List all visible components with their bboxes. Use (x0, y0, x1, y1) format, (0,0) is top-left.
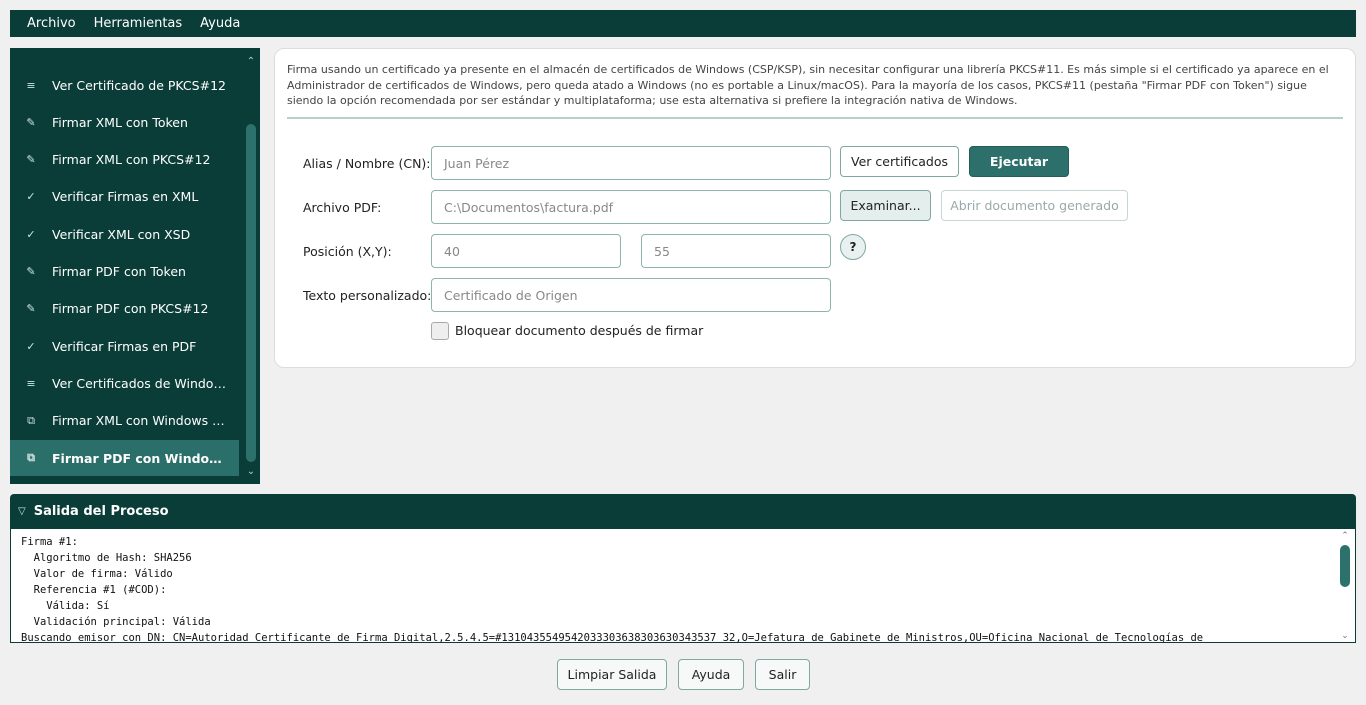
sidebar-item-label: Firmar XML con Windows CS... (52, 413, 227, 429)
sidebar-item-label: Ver Certificados de Windows (52, 375, 227, 391)
bloquear-checkbox[interactable] (431, 322, 449, 340)
abrir-documento-button[interactable]: Abrir documento generado (941, 190, 1128, 221)
output-line: Firma #1: (21, 536, 78, 548)
output-line: Validación principal: Válida (21, 616, 211, 628)
menu-bar: Archivo Herramientas Ayuda (10, 10, 1356, 37)
output-console[interactable]: Firma #1: Algoritmo de Hash: SHA256 Valo… (10, 528, 1356, 643)
texto-input[interactable]: Certificado de Origen (431, 278, 831, 312)
sidebar-item-icon: ⧉ (27, 451, 35, 464)
output-text: Firma #1: Algoritmo de Hash: SHA256 Valo… (21, 534, 1333, 643)
output-line: Valor de firma: Válido (21, 568, 173, 580)
menu-herramientas[interactable]: Herramientas (85, 10, 192, 37)
sidebar-item[interactable]: ≡ Ver Certificado de PKCS#12 (10, 67, 239, 103)
sidebar-item-label: Verificar Firmas en PDF (52, 338, 197, 354)
sidebar-item-label: Ver Certificado de PKCS#12 (52, 77, 226, 93)
output-scroll-thumb[interactable] (1340, 545, 1350, 587)
sidebar-item-icon: ⧉ (27, 413, 35, 427)
output-header[interactable]: ▽ Salida del Proceso (10, 494, 1356, 528)
sidebar-item-icon: ✎ (26, 302, 36, 316)
posicion-label: Posición (X,Y): (303, 244, 392, 259)
bloquear-label: Bloquear documento después de firmar (455, 323, 704, 338)
texto-label: Texto personalizado: (303, 288, 432, 303)
archivo-pdf-label: Archivo PDF: (303, 200, 382, 215)
sidebar: ≡ Ver Certificado de PKCS#12 ✎ Firmar XML c… (10, 48, 260, 484)
sidebar-item[interactable]: ✎ Firmar PDF con PKCS#12 (10, 291, 239, 327)
ayuda-button[interactable]: Ayuda (678, 659, 744, 690)
scroll-down-icon[interactable]: ⌄ (244, 466, 258, 478)
limpiar-salida-button[interactable]: Limpiar Salida (557, 659, 667, 690)
examinar-button[interactable]: Examinar... (840, 190, 931, 221)
sidebar-scroll-thumb[interactable] (246, 124, 256, 462)
sidebar-item[interactable]: ✎ Firmar PDF con Token (10, 254, 239, 290)
sidebar-item-label: Firmar PDF con PKCS#12 (52, 301, 209, 317)
help-icon[interactable]: ? (840, 234, 866, 260)
scroll-up-icon[interactable]: ⌃ (244, 56, 258, 68)
alias-input[interactable]: Juan Pérez (431, 146, 831, 180)
menu-archivo[interactable]: Archivo (18, 10, 85, 37)
sidebar-item-icon: ✎ (26, 153, 36, 167)
pos-y-input[interactable]: 55 (641, 234, 831, 268)
output-line: Válida: Sí (21, 600, 110, 612)
output-scrollbar[interactable]: ⌃ ⌄ (1339, 531, 1351, 641)
sidebar-item[interactable]: ✓ Verificar Firmas en XML (10, 179, 239, 215)
archivo-pdf-input[interactable]: C:\Documentos\factura.pdf (431, 190, 831, 224)
sidebar-item[interactable]: ⧉ Firmar PDF con Windows ... (10, 440, 239, 476)
sidebar-item-label: Firmar PDF con Token (52, 264, 186, 279)
sidebar-item-icon: ≡ (26, 78, 36, 92)
output-line: Buscando emisor con DN: CN=Autoridad Cer… (21, 632, 1204, 643)
panel-description: Firma usando un certificado ya presente … (287, 63, 1329, 107)
sidebar-item-label: Firmar PDF con Windows ... (52, 450, 227, 466)
output-line: Referencia #1 (#COD): (21, 584, 167, 596)
sign-pdf-windows-panel: Firma usando un certificado ya presente … (274, 48, 1356, 368)
output-line: Algoritmo de Hash: SHA256 (21, 552, 192, 564)
sidebar-item[interactable]: ⧉ Firmar XML con Windows CS... (10, 403, 239, 439)
sidebar-item[interactable]: ≡ Ver Certificados de Windows (10, 365, 239, 401)
sidebar-item[interactable]: ✎ Firmar XML con PKCS#12 (10, 142, 239, 178)
sidebar-item[interactable]: ✓ Verificar XML con XSD (10, 216, 239, 252)
sidebar-item-icon: ✎ (26, 115, 36, 129)
sidebar-item-label: Verificar XML con XSD (52, 226, 191, 242)
sidebar-item-icon: ✓ (26, 190, 36, 204)
ver-certificados-button[interactable]: Ver certificados (840, 146, 959, 177)
scroll-up-icon[interactable]: ⌃ (1339, 531, 1351, 541)
sidebar-item-label: Firmar XML con PKCS#12 (52, 152, 211, 168)
sidebar-item-label: Firmar XML con Token (52, 114, 188, 130)
sidebar-item[interactable]: ✓ Verificar Firmas en PDF (10, 328, 239, 364)
collapse-triangle-icon[interactable]: ▽ (18, 506, 26, 517)
sidebar-scrollbar[interactable]: ⌃ ⌄ (244, 56, 258, 478)
sidebar-item-icon: ✎ (26, 265, 36, 278)
sidebar-item-label: Verificar Firmas en XML (52, 189, 199, 205)
scroll-down-icon[interactable]: ⌄ (1339, 631, 1351, 641)
ejecutar-button[interactable]: Ejecutar (969, 146, 1069, 177)
sidebar-item-icon: ≡ (26, 376, 36, 390)
sidebar-item-icon: ✓ (26, 339, 36, 353)
pos-x-input[interactable]: 40 (431, 234, 621, 268)
sidebar-item-icon: ✓ (26, 227, 36, 241)
salir-button[interactable]: Salir (755, 659, 810, 690)
divider (287, 117, 1343, 119)
output-title: Salida del Proceso (33, 503, 169, 519)
sidebar-item[interactable]: ✎ Firmar XML con Token (10, 104, 239, 140)
menu-ayuda[interactable]: Ayuda (191, 10, 249, 37)
alias-label: Alias / Nombre (CN): (303, 156, 431, 171)
